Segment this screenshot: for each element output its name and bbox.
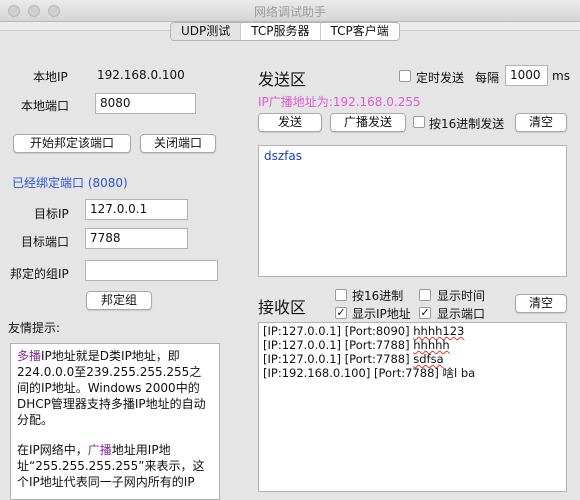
show-time-label: 显示时间 [437,289,486,303]
title-bar: 网络调试助手 [0,0,580,22]
receive-line: [IP:127.0.0.1] [Port:8090] hhhh123 [263,324,562,338]
receive-area-title: 接收区 [258,298,307,317]
target-port-label: 目标端口 [21,235,70,249]
receive-line: [IP:192.168.0.100] [Port:7788] 啥l ba [263,366,562,380]
local-ip-label: 本地IP [33,70,68,84]
receive-line-prefix: [IP:127.0.0.1] [Port:8090] [263,324,414,338]
tab-tcp-client[interactable]: TCP客户端 [321,23,399,40]
tips-box: 多播IP地址就是D类IP地址，即224.0.0.0至239.255.255.25… [10,343,220,500]
receive-textarea[interactable]: [IP:127.0.0.1] [Port:8090] hhhh123 [IP:1… [258,322,567,492]
local-port-label: 本地端口 [21,99,70,113]
tips-paragraph-broadcast: 在IP网络中，广播地址用IP地址“255.255.255.255”来表示，这个I… [17,442,213,490]
group-ip-label: 邦定的组IP [10,267,69,281]
bound-status: 已经绑定端口 (8080) [12,176,128,190]
receive-line-prefix: [IP:127.0.0.1] [Port:7788] [263,352,414,366]
receive-clear-button[interactable]: 清空 [515,294,567,313]
receive-line-message: sdfsa [413,352,444,366]
checkmark-icon: ✓ [336,306,346,319]
send-button[interactable]: 发送 [258,113,322,132]
show-port-checkbox[interactable]: ✓ [419,307,431,319]
interval-input[interactable]: 1000 [505,65,548,86]
receive-line-prefix: [IP:127.0.0.1] [Port:7788] [263,338,414,352]
show-ip-label: 显示IP地址 [352,307,411,321]
receive-line: [IP:127.0.0.1] [Port:7788] hhhhh [263,338,562,352]
target-ip-input[interactable]: 127.0.0.1 [85,199,188,220]
show-ip-checkbox[interactable]: ✓ [335,307,347,319]
interval-unit: ms [552,69,570,83]
window-title: 网络调试助手 [253,5,326,19]
timed-send-checkbox[interactable] [399,70,411,82]
receive-line-prefix: [IP:192.168.0.100] [Port:7788] [263,366,443,380]
bind-group-button[interactable]: 邦定组 [86,291,152,310]
bind-port-button[interactable]: 开始邦定该端口 [13,134,131,153]
tips-paragraph-multicast: 多播IP地址就是D类IP地址，即224.0.0.0至239.255.255.25… [17,348,213,428]
hex-receive-label: 按16进制 [352,289,404,303]
timed-send-label: 定时发送 [416,71,465,85]
show-time-checkbox[interactable] [419,289,431,301]
send-text: dszfas [264,149,302,163]
interval-label: 每隔 [475,71,500,85]
tab-bar: UDP测试 TCP服务器 TCP客户端 [170,22,400,41]
tips-label: 友情提示: [8,321,61,335]
broadcast-address-info: IP广播地址为:192.168.0.255 [258,95,421,109]
tips-text-multicast: IP地址就是D类IP地址，即224.0.0.0至239.255.255.255之… [17,349,206,427]
target-ip-label: 目标IP [34,207,69,221]
hex-send-label: 按16进制发送 [429,117,505,131]
checkmark-icon: ✓ [420,306,430,319]
tab-tcp-server[interactable]: TCP服务器 [241,23,321,40]
tips-keyword-multicast: 多播 [17,349,42,363]
show-port-label: 显示端口 [437,307,486,321]
close-port-button[interactable]: 关闭端口 [140,134,216,153]
target-port-input[interactable]: 7788 [85,228,188,249]
send-textarea[interactable]: dszfas [258,145,567,277]
local-ip-value: 192.168.0.100 [97,68,185,82]
send-clear-button[interactable]: 清空 [515,113,567,132]
broadcast-send-button[interactable]: 广播发送 [330,113,406,132]
receive-line-message: 啥l ba [442,366,476,380]
tips-text-broadcast-pre: 在IP网络中， [17,443,88,457]
receive-line-message: hhhhh [413,338,450,352]
hex-receive-checkbox[interactable] [335,289,347,301]
receive-line-message: hhhh123 [413,324,465,338]
local-port-input[interactable]: 8080 [95,93,196,114]
group-ip-input[interactable] [85,260,218,281]
hex-send-checkbox[interactable] [413,116,425,128]
send-area-title: 发送区 [258,70,307,89]
receive-line: [IP:127.0.0.1] [Port:7788] sdfsa [263,352,562,366]
tab-udp[interactable]: UDP测试 [171,23,242,40]
tips-keyword-broadcast: 广播 [87,443,112,457]
